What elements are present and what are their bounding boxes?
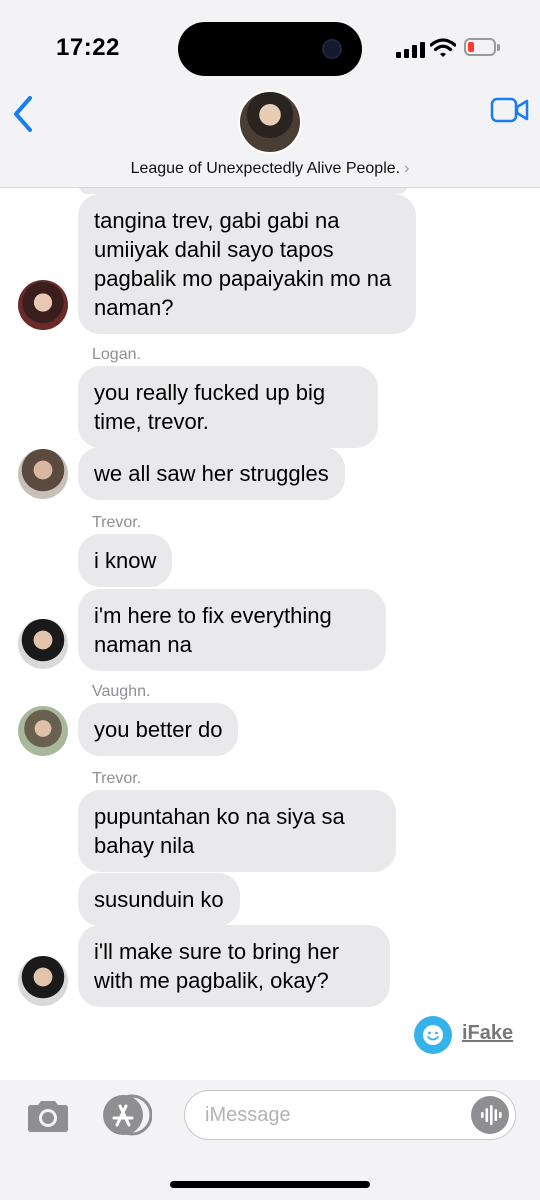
front-camera-icon bbox=[322, 39, 342, 59]
avatar[interactable] bbox=[18, 956, 68, 1006]
message-bubble[interactable]: you better do bbox=[78, 703, 239, 756]
group-avatar[interactable] bbox=[238, 90, 302, 154]
sender-name: Trevor. bbox=[92, 514, 142, 531]
wifi-icon bbox=[430, 38, 456, 57]
dynamic-island bbox=[178, 22, 362, 76]
watermark-label: iFake bbox=[462, 1022, 514, 1044]
video-camera-icon[interactable] bbox=[490, 96, 530, 124]
group-name-label: League of Unexpectedly Alive People. bbox=[130, 160, 401, 177]
composer-bar: iMessage bbox=[0, 1080, 540, 1200]
message-bubble[interactable]: susunduin ko bbox=[78, 873, 240, 926]
cellular-signal-icon bbox=[396, 42, 425, 58]
message-bubble[interactable]: pupuntahan ko na siya sa bahay nila bbox=[78, 790, 396, 872]
message-bubble[interactable]: i'll make sure to bring her with me pagb… bbox=[78, 925, 390, 1007]
status-time: 17:22 bbox=[56, 34, 120, 61]
conversation-header: 17:22 League of Unexpectedly Alive Peopl… bbox=[0, 0, 540, 188]
message-bubble[interactable]: you really fucked up big time, trevor. bbox=[78, 366, 378, 448]
ifake-logo-icon bbox=[414, 1016, 452, 1054]
sender-name: Trevor. bbox=[92, 770, 142, 787]
message-input[interactable]: iMessage bbox=[184, 1090, 516, 1140]
battery-icon bbox=[464, 38, 500, 56]
avatar[interactable] bbox=[18, 706, 68, 756]
chevron-right-icon: › bbox=[404, 160, 410, 177]
message-bubble[interactable]: i'm here to fix everything naman na bbox=[78, 589, 386, 671]
camera-icon[interactable] bbox=[24, 1098, 72, 1134]
message-bubble[interactable]: we all saw her struggles bbox=[78, 447, 345, 500]
avatar[interactable] bbox=[18, 280, 68, 330]
sender-name: Vaughn. bbox=[92, 683, 151, 700]
group-name[interactable]: League of Unexpectedly Alive People. › bbox=[0, 160, 540, 178]
back-chevron-icon[interactable] bbox=[10, 94, 38, 134]
message-list[interactable]: tangina trev, gabi gabi na umiiyak dahil… bbox=[0, 188, 540, 1080]
message-bubble[interactable]: tangina trev, gabi gabi na umiiyak dahil… bbox=[78, 194, 416, 334]
home-indicator bbox=[170, 1181, 370, 1188]
avatar[interactable] bbox=[18, 619, 68, 669]
avatar[interactable] bbox=[18, 449, 68, 499]
sender-name: Logan. bbox=[92, 346, 141, 363]
audio-waveform-icon[interactable] bbox=[471, 1096, 509, 1134]
message-bubble[interactable]: i know bbox=[78, 534, 173, 587]
message-input-placeholder: iMessage bbox=[205, 1104, 291, 1126]
app-store-icon[interactable] bbox=[100, 1094, 152, 1136]
